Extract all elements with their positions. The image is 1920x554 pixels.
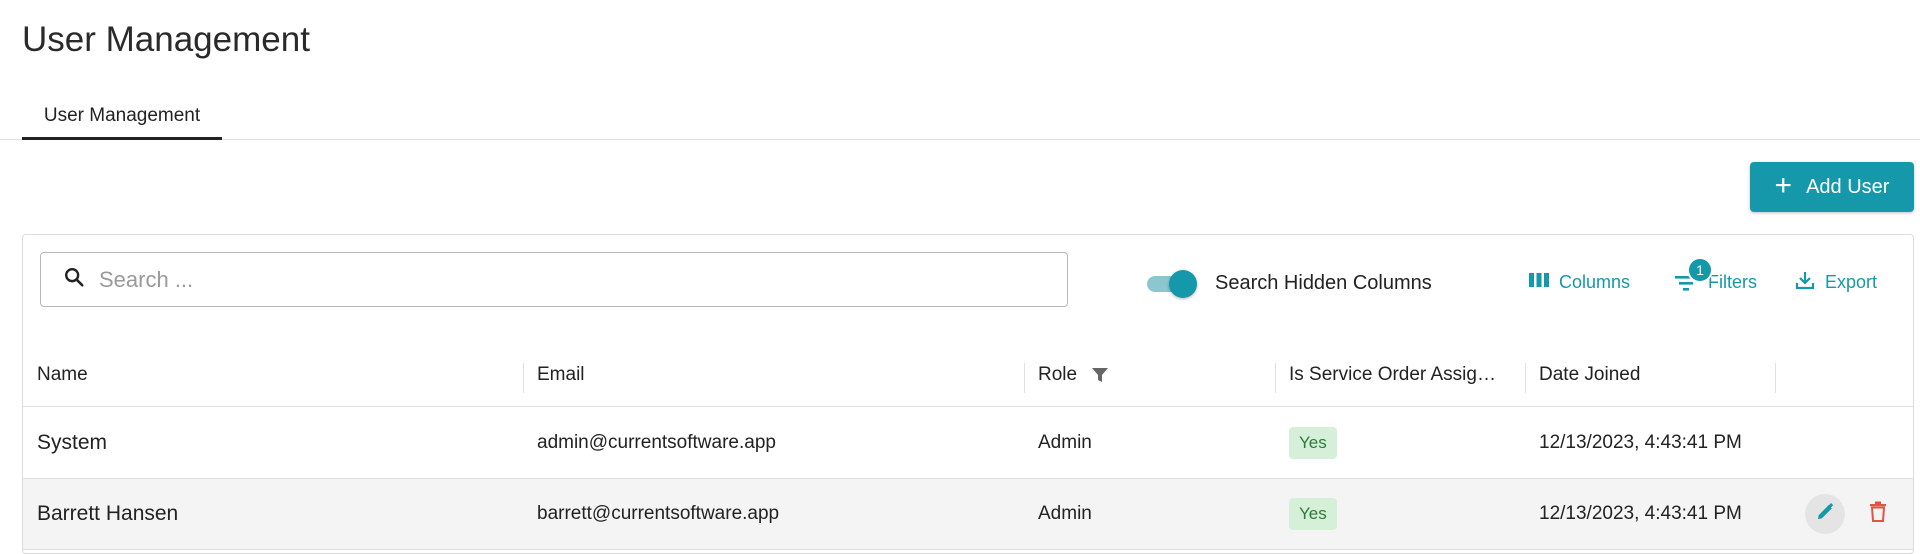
download-icon — [1794, 269, 1816, 296]
cell-role: Admin — [1038, 503, 1092, 524]
search-icon — [63, 266, 85, 293]
export-label: Export — [1825, 271, 1878, 292]
filter-list-icon: 1 — [1673, 257, 1713, 293]
column-header-name[interactable]: Name — [23, 343, 523, 407]
column-header-date-joined[interactable]: Date Joined — [1525, 343, 1775, 407]
filter-icon[interactable] — [1091, 366, 1109, 384]
cell-name: System — [37, 431, 108, 454]
tab-bar: User Management — [0, 94, 1920, 140]
tab-user-management[interactable]: User Management — [22, 94, 222, 140]
delete-button[interactable] — [1858, 494, 1898, 534]
toggle-thumb — [1169, 270, 1197, 298]
column-separator[interactable] — [1775, 363, 1776, 393]
cell-role: Admin — [1038, 432, 1092, 453]
table-row[interactable]: System admin@currentsoftware.app Admin Y… — [23, 408, 1913, 479]
cell-date-joined: 12/13/2023, 4:43:41 PM — [1539, 432, 1742, 453]
search-hidden-columns-label: Search Hidden Columns — [1215, 271, 1432, 294]
column-header-label: Date Joined — [1539, 364, 1641, 385]
cell-date-joined: 12/13/2023, 4:43:41 PM — [1539, 503, 1742, 524]
column-header-label: Is Service Order Assig… — [1289, 364, 1496, 385]
columns-button[interactable]: Columns — [1528, 267, 1630, 297]
cell-service-order-assignable: Yes — [1275, 408, 1337, 478]
cell-name: Barrett Hansen — [37, 502, 179, 525]
cell-service-order-assignable: Yes — [1275, 479, 1337, 549]
search-hidden-columns-toggle[interactable] — [1145, 269, 1197, 298]
column-header-label: Email — [537, 364, 585, 385]
trash-icon — [1869, 501, 1887, 528]
table-header: Name Email Role Is Service Order Assig… … — [23, 343, 1913, 407]
search-input[interactable] — [99, 266, 999, 293]
page-title: User Management — [22, 20, 310, 59]
filters-label: Filters — [1708, 271, 1757, 292]
users-table-card: Search Hidden Columns Columns 1 Filters … — [22, 234, 1914, 554]
filters-count-badge: 1 — [1687, 257, 1713, 283]
cell-email: admin@currentsoftware.app — [537, 432, 776, 453]
columns-label: Columns — [1559, 271, 1631, 292]
pencil-icon — [1815, 502, 1835, 527]
yes-badge: Yes — [1289, 427, 1337, 459]
columns-icon — [1528, 271, 1550, 294]
plus-icon: + — [1774, 168, 1793, 202]
table-row[interactable]: Barrett Hansen barrett@currentsoftware.a… — [23, 479, 1913, 550]
column-header-label: Name — [37, 364, 88, 385]
column-header-label: Role — [1038, 364, 1078, 385]
edit-button[interactable] — [1805, 494, 1845, 534]
column-header-service-order-assignable[interactable]: Is Service Order Assig… — [1275, 343, 1525, 407]
column-header-role[interactable]: Role — [1024, 343, 1274, 407]
search-box[interactable] — [40, 252, 1068, 307]
column-header-email[interactable]: Email — [523, 343, 1023, 407]
yes-badge: Yes — [1289, 498, 1337, 530]
add-user-button[interactable]: + Add User — [1750, 162, 1914, 212]
search-hidden-columns-control: Search Hidden Columns — [1145, 269, 1432, 298]
export-button[interactable]: Export — [1794, 267, 1877, 297]
cell-email: barrett@currentsoftware.app — [537, 503, 780, 524]
add-user-label: Add User — [1806, 175, 1890, 198]
filters-button[interactable]: 1 Filters — [1673, 257, 1757, 297]
